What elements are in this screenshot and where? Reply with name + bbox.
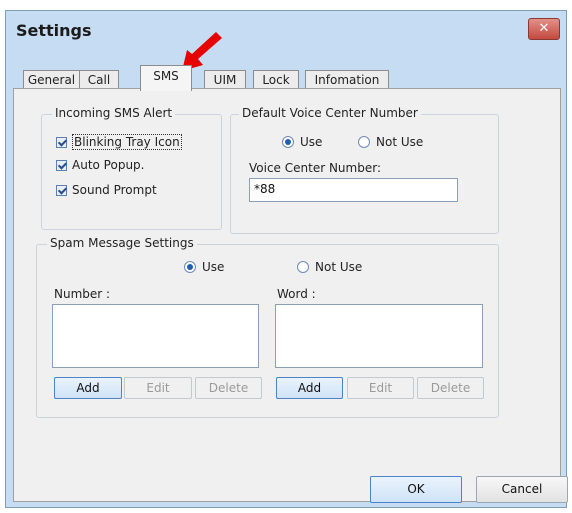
focus-outline (72, 134, 182, 150)
spam-settings-group: Spam Message Settings Use Not Use Number… (36, 236, 499, 418)
spam-use-label: Use (202, 260, 225, 274)
spam-word-edit-button[interactable]: Edit (347, 377, 414, 399)
blinking-tray-icon-checkbox[interactable]: Blinking Tray Icon (56, 134, 182, 150)
tab-lock[interactable]: Lock (253, 70, 299, 90)
incoming-sms-alert-title: Incoming SMS Alert (52, 106, 176, 120)
voice-center-number-label: Voice Center Number: (249, 161, 381, 175)
tab-call[interactable]: Call (79, 70, 119, 90)
spam-number-label: Number : (54, 287, 111, 301)
spam-number-add-button[interactable]: Add (54, 377, 122, 399)
voice-center-number-input[interactable]: *88 (249, 178, 458, 202)
title-bar: Settings ✕ (6, 11, 566, 51)
tab-content-panel: Incoming SMS Alert Blinking Tray Icon Au… (13, 88, 561, 502)
incoming-sms-alert-group: Incoming SMS Alert Blinking Tray Icon Au… (41, 106, 222, 230)
auto-popup-label: Auto Popup. (72, 158, 145, 172)
voice-center-not-use-label: Not Use (376, 135, 424, 149)
spam-word-label: Word : (277, 287, 316, 301)
spam-settings-title: Spam Message Settings (47, 236, 197, 250)
radio-selected-icon[interactable] (184, 261, 196, 273)
spam-number-edit-button[interactable]: Edit (124, 377, 192, 399)
sound-prompt-checkbox[interactable]: Sound Prompt (56, 183, 157, 197)
tab-infomation[interactable]: Infomation (305, 70, 389, 90)
cancel-button[interactable]: Cancel (476, 476, 568, 503)
tab-general[interactable]: General (23, 70, 80, 90)
close-button[interactable]: ✕ (528, 18, 560, 40)
auto-popup-checkbox[interactable]: Auto Popup. (56, 158, 144, 172)
spam-not-use-radio[interactable]: Not Use (297, 260, 362, 274)
sound-prompt-label: Sound Prompt (72, 183, 157, 197)
voice-center-use-label: Use (300, 135, 323, 149)
checkbox-checked-icon[interactable] (56, 159, 67, 171)
checkbox-checked-icon[interactable] (56, 184, 67, 196)
tab-uim[interactable]: UIM (204, 70, 246, 90)
blinking-tray-icon-label: Blinking Tray Icon (72, 134, 182, 150)
spam-use-radio[interactable]: Use (184, 260, 224, 274)
spam-word-add-button[interactable]: Add (276, 377, 343, 399)
radio-selected-icon[interactable] (282, 136, 294, 148)
spam-word-delete-button[interactable]: Delete (417, 377, 484, 399)
radio-unselected-icon[interactable] (297, 261, 309, 273)
spam-not-use-label: Not Use (315, 260, 363, 274)
window-title: Settings (16, 21, 92, 40)
tab-sms[interactable]: SMS (140, 65, 192, 91)
default-voice-center-title: Default Voice Center Number (239, 106, 421, 120)
checkbox-checked-icon[interactable] (56, 136, 67, 148)
spam-number-delete-button[interactable]: Delete (195, 377, 262, 399)
default-voice-center-group: Default Voice Center Number Use Not Use … (230, 106, 499, 234)
ok-button[interactable]: OK (370, 476, 462, 503)
voice-center-not-use-radio[interactable]: Not Use (358, 135, 423, 149)
settings-window: Settings ✕ General Call SMS UIM Lock Inf… (5, 10, 568, 508)
spam-word-list[interactable] (275, 304, 483, 368)
voice-center-use-radio[interactable]: Use (282, 135, 322, 149)
spam-number-list[interactable] (52, 304, 259, 368)
radio-unselected-icon[interactable] (358, 136, 370, 148)
